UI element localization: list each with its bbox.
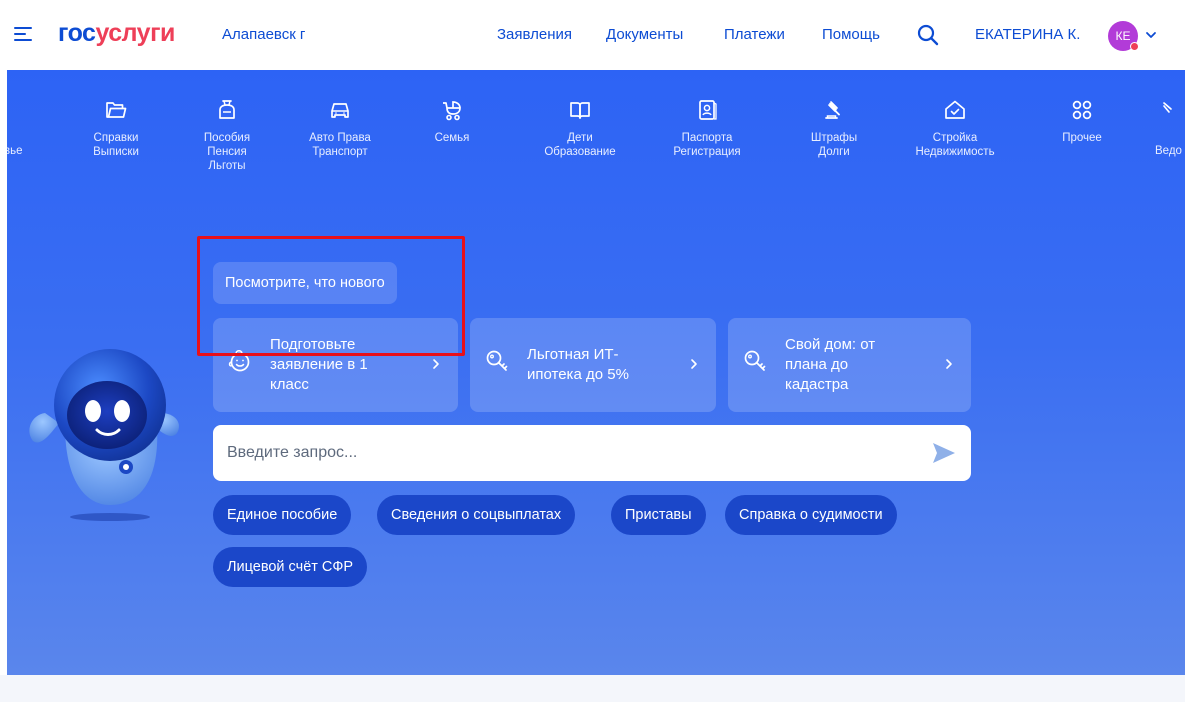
category-auto[interactable]: Авто Права Транспорт (280, 98, 400, 159)
send-icon[interactable] (931, 441, 957, 465)
chip-social-payments[interactable]: Сведения о соцвыплатах (377, 495, 576, 535)
chip-bailiffs[interactable]: Приставы (611, 495, 706, 535)
notification-dot (1130, 42, 1139, 51)
chevron-down-icon[interactable] (1145, 30, 1157, 40)
child-face-icon (228, 350, 250, 372)
passport-icon (699, 100, 717, 120)
menu-icon[interactable] (14, 25, 34, 43)
chip-criminal-record[interactable]: Справка о судимости (725, 495, 897, 535)
agencies-icon (1163, 102, 1172, 113)
category-label: Дети Образование (544, 132, 616, 158)
chevron-right-icon (691, 359, 697, 369)
book-icon (570, 102, 590, 119)
category-label: Стройка Недвижимость (915, 132, 995, 158)
city-selector[interactable]: Алапаевск г (222, 26, 305, 43)
robot-mascot (29, 349, 179, 521)
grid-icon (1072, 100, 1092, 120)
category-passports[interactable]: Паспорта Регистрация (647, 98, 767, 159)
category-children-education[interactable]: Дети Образование (520, 98, 640, 159)
search-input[interactable] (227, 425, 907, 481)
nav-payments[interactable]: Платежи (724, 26, 785, 43)
category-label: Пособия Пенсия Льготы (203, 132, 251, 172)
promo-it-mortgage[interactable]: Льготная ИТ-ипотека до 5% (470, 318, 716, 412)
chip-sfr-account[interactable]: Лицевой счёт СФР (213, 547, 368, 587)
search-box[interactable] (213, 425, 971, 481)
category-label: Авто Права Транспорт (309, 132, 371, 158)
whats-new-button[interactable]: Посмотрите, что нового (213, 262, 397, 304)
category-fines[interactable]: Штрафы Долги (774, 98, 894, 159)
house-icon (945, 100, 965, 119)
key-icon (486, 350, 508, 371)
chevron-right-icon (946, 359, 952, 369)
logo-part-uslugi: услуги (95, 19, 175, 47)
page-below-hero (0, 675, 1185, 702)
hero-section: вье Справки Выписки Пособия Пенсия Льгот… (7, 70, 1185, 675)
category-construction[interactable]: Стройка Недвижимость (895, 98, 1015, 159)
wallet-icon (219, 100, 235, 119)
promo-text: Подготовьте заявление в 1 класс (270, 336, 368, 393)
key-icon (744, 350, 766, 371)
promo-own-house[interactable]: Свой дом: от плана до кадастра (728, 318, 971, 412)
category-other[interactable]: Прочее (1022, 98, 1142, 145)
nav-help[interactable]: Помощь (822, 26, 880, 43)
category-label: Паспорта Регистрация (673, 132, 741, 158)
search-icon[interactable] (916, 23, 940, 47)
logo-part-gos: гос (58, 19, 96, 47)
gavel-icon (825, 101, 840, 119)
category-label: Прочее (1062, 132, 1102, 144)
promo-first-grade[interactable]: Подготовьте заявление в 1 класс (213, 318, 458, 412)
folder-icon (106, 102, 127, 118)
car-icon (331, 103, 349, 118)
category-partial-left[interactable]: вье (7, 145, 23, 157)
promo-text: Свой дом: от плана до кадастра (785, 336, 876, 393)
category-family[interactable]: Семья (392, 98, 512, 145)
nav-applications[interactable]: Заявления (497, 26, 572, 43)
category-certificates[interactable]: Справки Выписки (56, 98, 176, 159)
user-name[interactable]: ЕКАТЕРИНА К. (975, 26, 1080, 43)
promo-text: Льготная ИТ-ипотека до 5% (527, 346, 629, 383)
category-benefits[interactable]: Пособия Пенсия Льготы (167, 98, 287, 173)
nav-documents[interactable]: Документы (606, 26, 683, 43)
category-label: Справки Выписки (93, 132, 139, 158)
gosuslugi-logo[interactable]: госуслуги (58, 19, 175, 48)
chevron-right-icon (433, 359, 439, 369)
chip-unified-allowance[interactable]: Единое пособие (213, 495, 352, 535)
category-partial-right[interactable]: Ведо (1155, 145, 1182, 157)
category-label: Штрафы Долги (810, 132, 858, 158)
top-header: госуслуги Алапаевск г Заявления Документ… (0, 0, 1185, 70)
stroller-icon (443, 101, 461, 121)
category-label: Семья (434, 132, 470, 144)
